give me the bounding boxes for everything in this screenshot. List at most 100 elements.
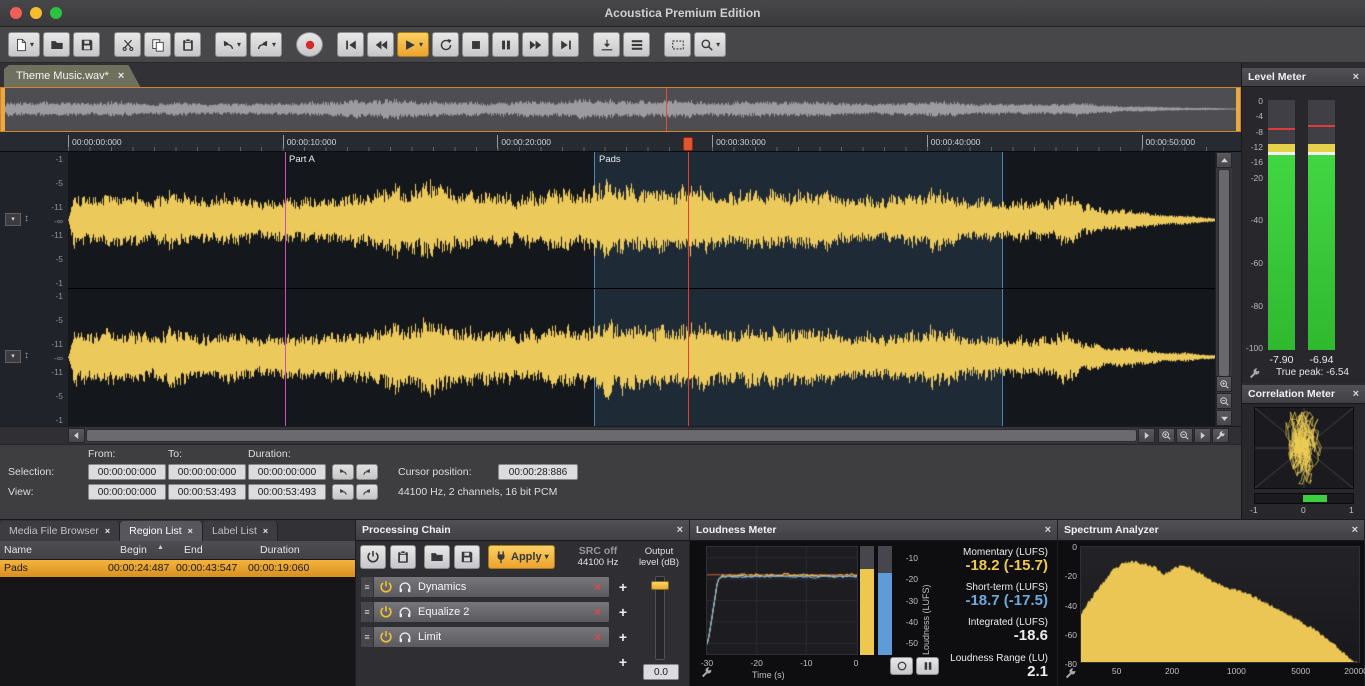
output-level-value[interactable] (643, 664, 679, 680)
horizontal-scrollbar[interactable] (85, 428, 1138, 443)
vertical-scroll-thumb[interactable] (1218, 169, 1230, 377)
plugin-monitor-icon[interactable] (398, 580, 412, 594)
horizontal-scroll-thumb[interactable] (86, 429, 1137, 442)
chain-clipboard-button[interactable] (390, 545, 416, 569)
slider-thumb[interactable] (651, 581, 669, 590)
paste-button[interactable] (174, 32, 201, 57)
meters-view-button[interactable] (623, 32, 650, 57)
close-icon[interactable]: × (1045, 524, 1051, 536)
plugin-remove-icon[interactable]: × (594, 630, 601, 644)
redo-button[interactable]: ▾ (250, 32, 282, 57)
go-to-end-button[interactable] (552, 32, 579, 57)
close-icon[interactable]: × (1353, 71, 1359, 83)
plugin-row-limit[interactable]: ≡Limit× (360, 626, 610, 648)
drag-handle-icon[interactable]: ≡ (361, 627, 374, 647)
playhead-marker[interactable] (683, 137, 693, 151)
plugin-row-equalize-2[interactable]: ≡Equalize 2× (360, 601, 610, 623)
sort-asc-icon[interactable]: ▲ (157, 544, 164, 551)
marker-line-part-a[interactable] (285, 152, 286, 426)
chain-save-button[interactable] (454, 545, 480, 569)
vertical-scrollbar[interactable] (1215, 152, 1232, 426)
open-file-button[interactable] (43, 32, 70, 57)
channel1-resize-icon[interactable]: ↕ (24, 214, 29, 224)
go-to-start-button[interactable] (337, 32, 364, 57)
selection-undo-button[interactable] (332, 464, 354, 480)
waveform-display[interactable]: Part A Pads (68, 152, 1215, 426)
close-icon[interactable]: × (677, 524, 683, 536)
loudness-reset-button[interactable] (890, 657, 913, 675)
scroll-up-button[interactable] (1216, 152, 1232, 168)
tab-close-icon[interactable]: × (188, 526, 193, 536)
plugin-power-icon[interactable] (379, 605, 393, 619)
plugin-power-icon[interactable] (379, 630, 393, 644)
undo-button[interactable]: ▾ (215, 32, 247, 57)
overview-left-handle[interactable] (1, 88, 5, 131)
new-file-button[interactable]: ▾ (8, 32, 40, 57)
output-level-slider[interactable] (655, 576, 665, 660)
drag-handle-icon[interactable]: ≡ (361, 577, 374, 597)
close-icon[interactable]: × (1353, 388, 1359, 400)
rewind-button[interactable] (367, 32, 394, 57)
tab-close-icon[interactable]: × (105, 526, 110, 536)
selection-from-field[interactable] (88, 464, 166, 480)
scroll-left-button[interactable] (68, 428, 85, 443)
plugin-insert-button[interactable]: + (614, 626, 632, 648)
chain-open-button[interactable] (424, 545, 450, 569)
scroll-right-button[interactable] (1138, 428, 1155, 443)
plugin-add-button[interactable]: + (614, 651, 632, 673)
column-name[interactable]: Name (4, 544, 32, 556)
column-end[interactable]: End (184, 544, 203, 556)
panel-tab-label-list[interactable]: Label List× (203, 521, 278, 541)
view-duration-field[interactable] (248, 484, 326, 500)
cursor-position-field[interactable] (498, 464, 578, 480)
chain-enable-button[interactable] (360, 545, 386, 569)
channel2-resize-icon[interactable]: ↕ (24, 351, 29, 361)
plugin-row-dynamics[interactable]: ≡Dynamics× (360, 576, 610, 598)
plugin-remove-icon[interactable]: × (594, 605, 601, 619)
plugin-insert-button[interactable]: + (614, 576, 632, 598)
scroll-down-button[interactable] (1216, 410, 1232, 426)
view-undo-button[interactable] (332, 484, 354, 500)
close-icon[interactable]: × (1352, 524, 1358, 536)
record-button[interactable] (296, 32, 323, 57)
region-row-pads[interactable]: Pads 00:00:24:487 00:00:43:547 00:00:19:… (0, 560, 355, 577)
view-to-field[interactable] (168, 484, 246, 500)
overview-right-handle[interactable] (1236, 88, 1240, 131)
plugin-insert-button[interactable]: + (614, 601, 632, 623)
level-meter-settings-icon[interactable] (1248, 367, 1261, 380)
plugin-monitor-icon[interactable] (398, 605, 412, 619)
zoom-out-horizontal-button[interactable] (1176, 428, 1193, 443)
cut-button[interactable] (114, 32, 141, 57)
selection-to-field[interactable] (168, 464, 246, 480)
document-tab[interactable]: Theme Music.wav* × (4, 65, 140, 87)
channel2-collapse-button[interactable]: ▾ (5, 350, 21, 363)
loop-button[interactable] (432, 32, 459, 57)
channel1-collapse-button[interactable]: ▾ (5, 213, 21, 226)
plugin-power-icon[interactable] (379, 580, 393, 594)
save-file-button[interactable] (73, 32, 100, 57)
drag-handle-icon[interactable]: ≡ (361, 602, 374, 622)
tab-close-icon[interactable]: × (263, 526, 268, 536)
auto-scroll-button[interactable] (593, 32, 620, 57)
zoom-in-horizontal-button[interactable] (1158, 428, 1175, 443)
zoom-tool-button[interactable]: ▾ (694, 32, 726, 57)
column-begin[interactable]: Begin (120, 544, 147, 556)
selection-redo-button[interactable] (356, 464, 378, 480)
column-duration[interactable]: Duration (260, 544, 300, 556)
apply-button[interactable]: Apply▾ (488, 545, 555, 569)
plugin-monitor-icon[interactable] (398, 630, 412, 644)
play-button[interactable]: ▾ (397, 32, 429, 57)
selection-tool-button[interactable] (664, 32, 691, 57)
view-redo-button[interactable] (356, 484, 378, 500)
panel-tab-media-file-browser[interactable]: Media File Browser× (0, 521, 120, 541)
timeline-ruler[interactable]: 00:00:00:00000:00:10:00000:00:20:00000:0… (0, 132, 1241, 152)
stop-button[interactable] (462, 32, 489, 57)
plugin-remove-icon[interactable]: × (594, 580, 601, 594)
editor-settings-button[interactable] (1212, 428, 1229, 443)
copy-button[interactable] (144, 32, 171, 57)
view-from-field[interactable] (88, 484, 166, 500)
spectrum-settings-icon[interactable] (1064, 667, 1077, 680)
selection-duration-field[interactable] (248, 464, 326, 480)
loudness-settings-icon[interactable] (700, 666, 713, 679)
zoom-in-vertical-button[interactable] (1216, 376, 1232, 392)
